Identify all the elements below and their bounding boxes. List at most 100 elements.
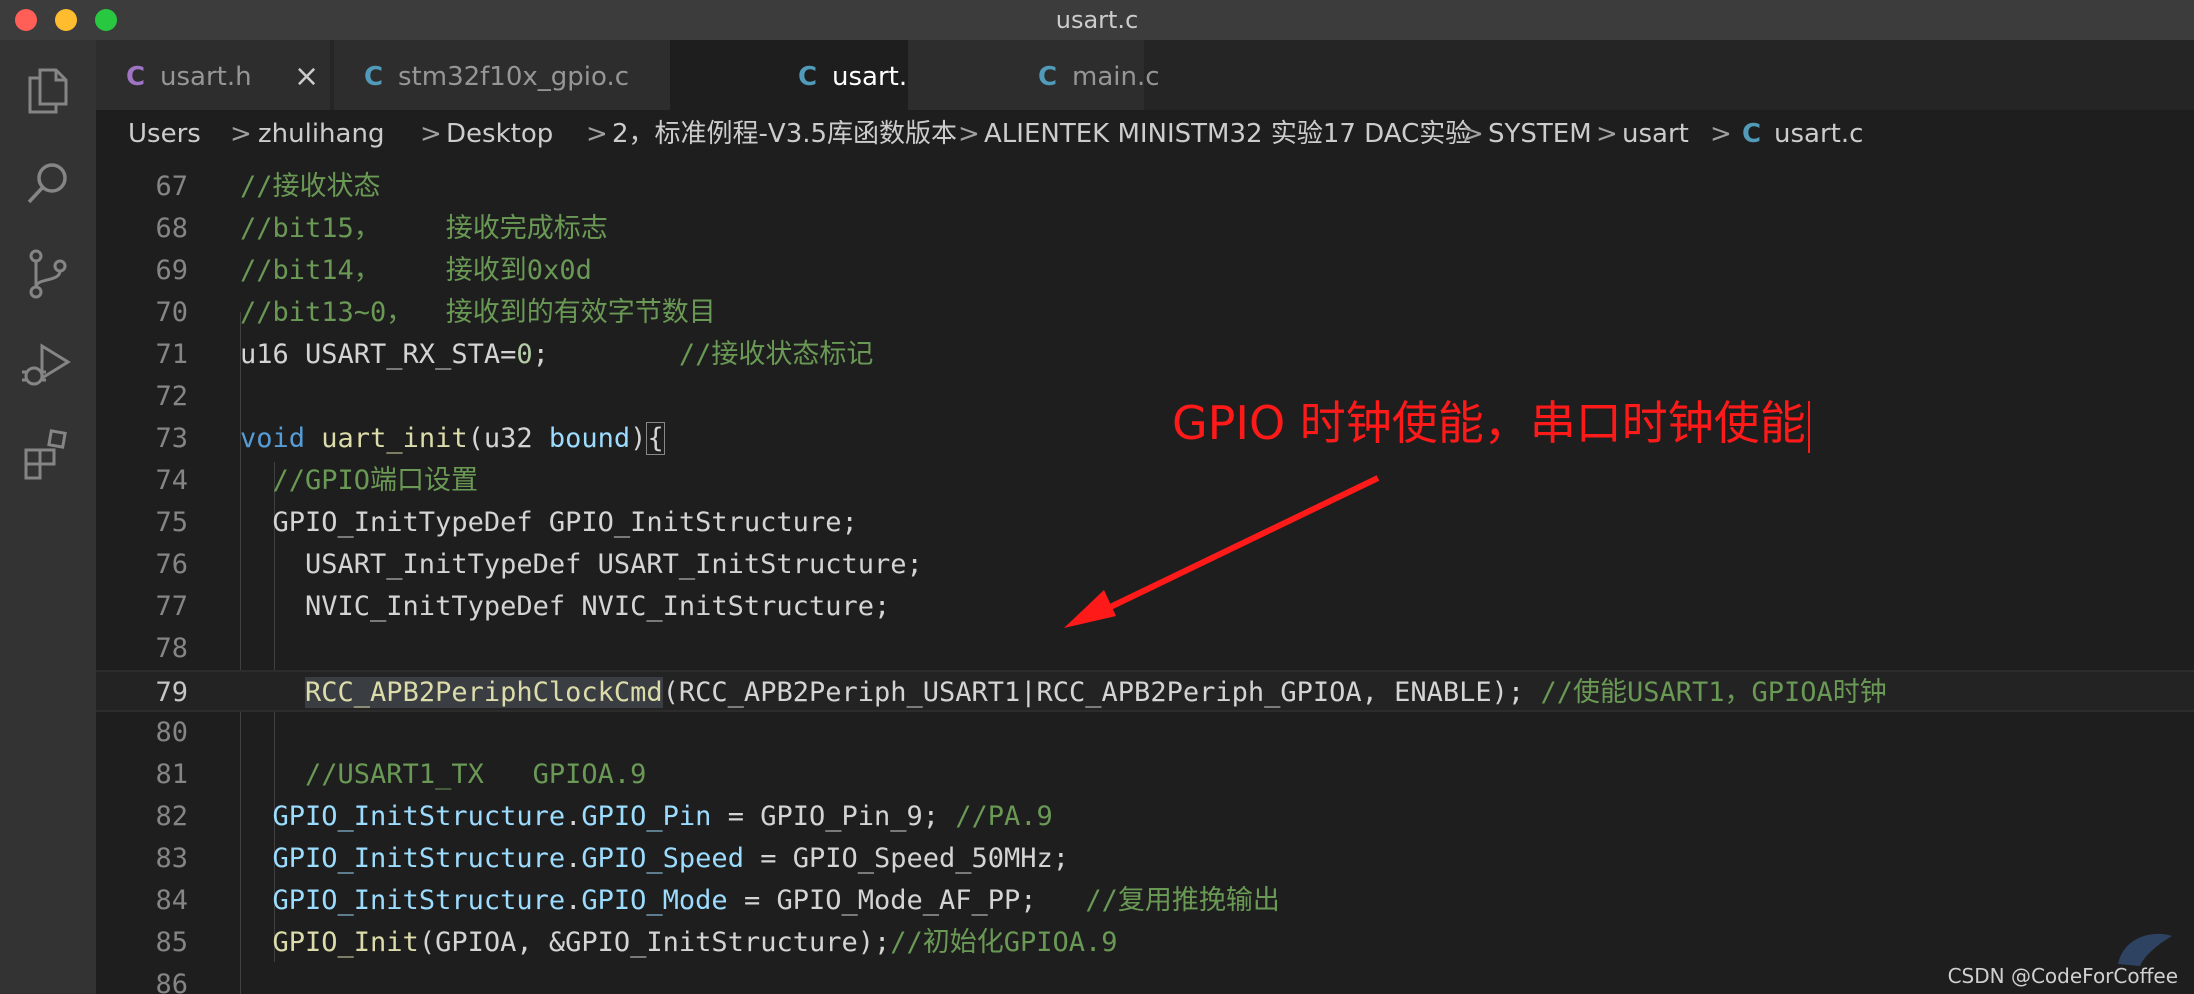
code-token: . [565, 801, 582, 832]
code-line[interactable]: 79 RCC_APB2PeriphClockCmd(RCC_APB2Periph… [96, 670, 2194, 712]
code-line[interactable]: 74 //GPIO端口设置 [96, 460, 2194, 502]
code-token: //初始化GPIOA.9 [890, 927, 1118, 958]
code-token: bound [548, 423, 631, 454]
line-number: 76 [155, 549, 188, 580]
source-control-icon[interactable] [20, 246, 76, 302]
annotation-text: GPIO 时钟使能，串口时钟使能 [1172, 393, 1810, 453]
code-token: ; [532, 339, 679, 370]
line-number: 75 [155, 507, 188, 538]
code-line[interactable]: 76 USART_InitTypeDef USART_InitStructure… [96, 544, 2194, 586]
code-token: //bit15， 接收完成标志 [240, 213, 608, 244]
code-token: //复用推挽输出 [1085, 885, 1280, 916]
code-line[interactable]: 73 void uart_init(u32 bound){ [96, 418, 2194, 460]
code-line[interactable]: 70 //bit13~0， 接收到的有效字节数目 [96, 292, 2194, 334]
tab-usart-h[interactable]: C usart.h × [96, 40, 330, 110]
code-text: GPIO_InitStructure.GPIO_Pin = GPIO_Pin_9… [240, 796, 1053, 838]
breadcrumb-separator: > [586, 119, 608, 149]
breadcrumb-separator: > [1596, 119, 1618, 149]
code-line[interactable]: 72 [96, 376, 2194, 418]
code-text: //bit15， 接收完成标志 [240, 208, 608, 250]
code-line[interactable]: 80 [96, 712, 2194, 754]
code-token: //接收状态 [240, 171, 381, 202]
code-token: NVIC_InitTypeDef NVIC_InitStructure; [240, 591, 891, 622]
code-token: GPIO_InitStructure [272, 843, 566, 874]
code-text: //bit14， 接收到0x0d [240, 250, 592, 292]
code-line[interactable]: 84 GPIO_InitStructure.GPIO_Mode = GPIO_M… [96, 880, 2194, 922]
code-token: (RCC_APB2Periph_USART1|RCC_APB2Periph_GP… [662, 677, 1541, 708]
files-icon[interactable] [20, 62, 76, 118]
search-icon[interactable] [20, 156, 76, 212]
code-editor[interactable]: 67 //接收状态 68 //bit15， 接收完成标志 69 //bit14， 接收到0… [96, 158, 2194, 994]
code-token: u16 USART_RX_STA= [240, 339, 517, 370]
code-line[interactable]: 85 GPIO_Init(GPIOA, &GPIO_InitStructure)… [96, 922, 2194, 964]
line-number: 70 [155, 297, 188, 328]
code-text: u16 USART_RX_STA=0; //接收状态标记 [240, 334, 873, 376]
watermark: CSDN @CodeForCoffee [1947, 964, 2178, 988]
code-text: USART_InitTypeDef USART_InitStructure; [240, 544, 923, 586]
tab-label: stm32f10x_gpio.c [398, 62, 630, 92]
line-number: 78 [155, 633, 188, 664]
code-token: GPIO_InitStructure [272, 801, 566, 832]
code-token: //USART1_TX GPIOA.9 [305, 759, 647, 790]
breadcrumb-separator: > [230, 119, 252, 149]
code-token: . [565, 885, 582, 916]
code-line[interactable]: 78 [96, 628, 2194, 670]
line-number: 85 [155, 927, 188, 958]
code-line[interactable]: 82 GPIO_InitStructure.GPIO_Pin = GPIO_Pi… [96, 796, 2194, 838]
c-file-icon: C [798, 62, 818, 92]
code-line[interactable]: 69 //bit14， 接收到0x0d [96, 250, 2194, 292]
code-token: = GPIO_Mode_AF_PP; [727, 885, 1086, 916]
code-line[interactable]: 86 [96, 964, 2194, 994]
tab-bar: C usart.h × C stm32f10x_gpio.c C usart.c… [96, 40, 2194, 110]
code-line[interactable]: 83 GPIO_InitStructure.GPIO_Speed = GPIO_… [96, 838, 2194, 880]
close-icon[interactable]: × [294, 40, 319, 114]
breadcrumb-users[interactable]: Users [128, 110, 201, 158]
breadcrumb-usart-folder[interactable]: usart [1622, 110, 1689, 158]
line-number: 67 [155, 171, 188, 202]
line-number: 68 [155, 213, 188, 244]
code-line[interactable]: 81 //USART1_TX GPIOA.9 [96, 754, 2194, 796]
code-token: USART_InitTypeDef USART_InitStructure; [240, 549, 923, 580]
c-file-icon: C [1742, 119, 1762, 149]
code-text: GPIO_InitStructure.GPIO_Mode = GPIO_Mode… [240, 880, 1280, 922]
code-line[interactable]: 75 GPIO_InitTypeDef GPIO_InitStructure; [96, 502, 2194, 544]
run-debug-icon[interactable] [20, 336, 76, 392]
code-token: void [240, 423, 306, 454]
breadcrumb-zhulihang[interactable]: zhulihang [258, 110, 384, 158]
breadcrumb-usart-c[interactable]: usart.c [1774, 110, 1863, 158]
code-line[interactable]: 77 NVIC_InitTypeDef NVIC_InitStructure; [96, 586, 2194, 628]
code-token: //bit13~0， 接收到的有效字节数目 [240, 297, 716, 328]
code-line[interactable]: 71 u16 USART_RX_STA=0; //接收状态标记 [96, 334, 2194, 376]
code-token: //bit14， 接收到0x0d [240, 255, 592, 286]
code-token: //PA.9 [955, 801, 1053, 832]
breadcrumb-folder-alientek[interactable]: ALIENTEK MINISTM32 实验17 DAC实验 [984, 110, 1471, 158]
code-line[interactable]: 67 //接收状态 [96, 166, 2194, 208]
breadcrumb-separator: > [420, 119, 442, 149]
breadcrumb-folder-standard-examples[interactable]: 2，标准例程-V3.5库函数版本 [612, 110, 957, 158]
breadcrumb-separator: > [958, 119, 980, 149]
code-token: GPIO_Speed [581, 843, 744, 874]
code-token: GPIO_InitTypeDef GPIO_InitStructure; [240, 507, 858, 538]
code-text: GPIO_InitTypeDef GPIO_InitStructure; [240, 502, 858, 544]
activity-bar [0, 40, 96, 994]
code-token: uart_init [321, 423, 468, 454]
breadcrumb-system[interactable]: SYSTEM [1488, 110, 1592, 158]
code-token: //GPIO端口设置 [272, 465, 479, 496]
tab-main-c[interactable]: C main.c [908, 40, 1160, 110]
breadcrumb-separator: > [1462, 119, 1484, 149]
tab-label: usart.h [160, 62, 252, 92]
breadcrumb-separator: > [1710, 119, 1732, 149]
tab-label: main.c [1072, 62, 1160, 92]
code-token: = GPIO_Pin_9; [711, 801, 956, 832]
code-line[interactable]: 68 //bit15， 接收完成标志 [96, 208, 2194, 250]
code-text: NVIC_InitTypeDef NVIC_InitStructure; [240, 586, 890, 628]
code-text: //接收状态 [240, 166, 381, 208]
window-title: usart.c [1055, 6, 1139, 34]
code-token: GPIO_InitStructure [272, 885, 566, 916]
breadcrumb-desktop[interactable]: Desktop [446, 110, 553, 158]
c-file-icon: C [1038, 62, 1058, 92]
code-token: //接收状态标记 [678, 339, 874, 370]
extensions-icon[interactable] [20, 426, 76, 482]
code-text: //bit13~0， 接收到的有效字节数目 [240, 292, 716, 334]
